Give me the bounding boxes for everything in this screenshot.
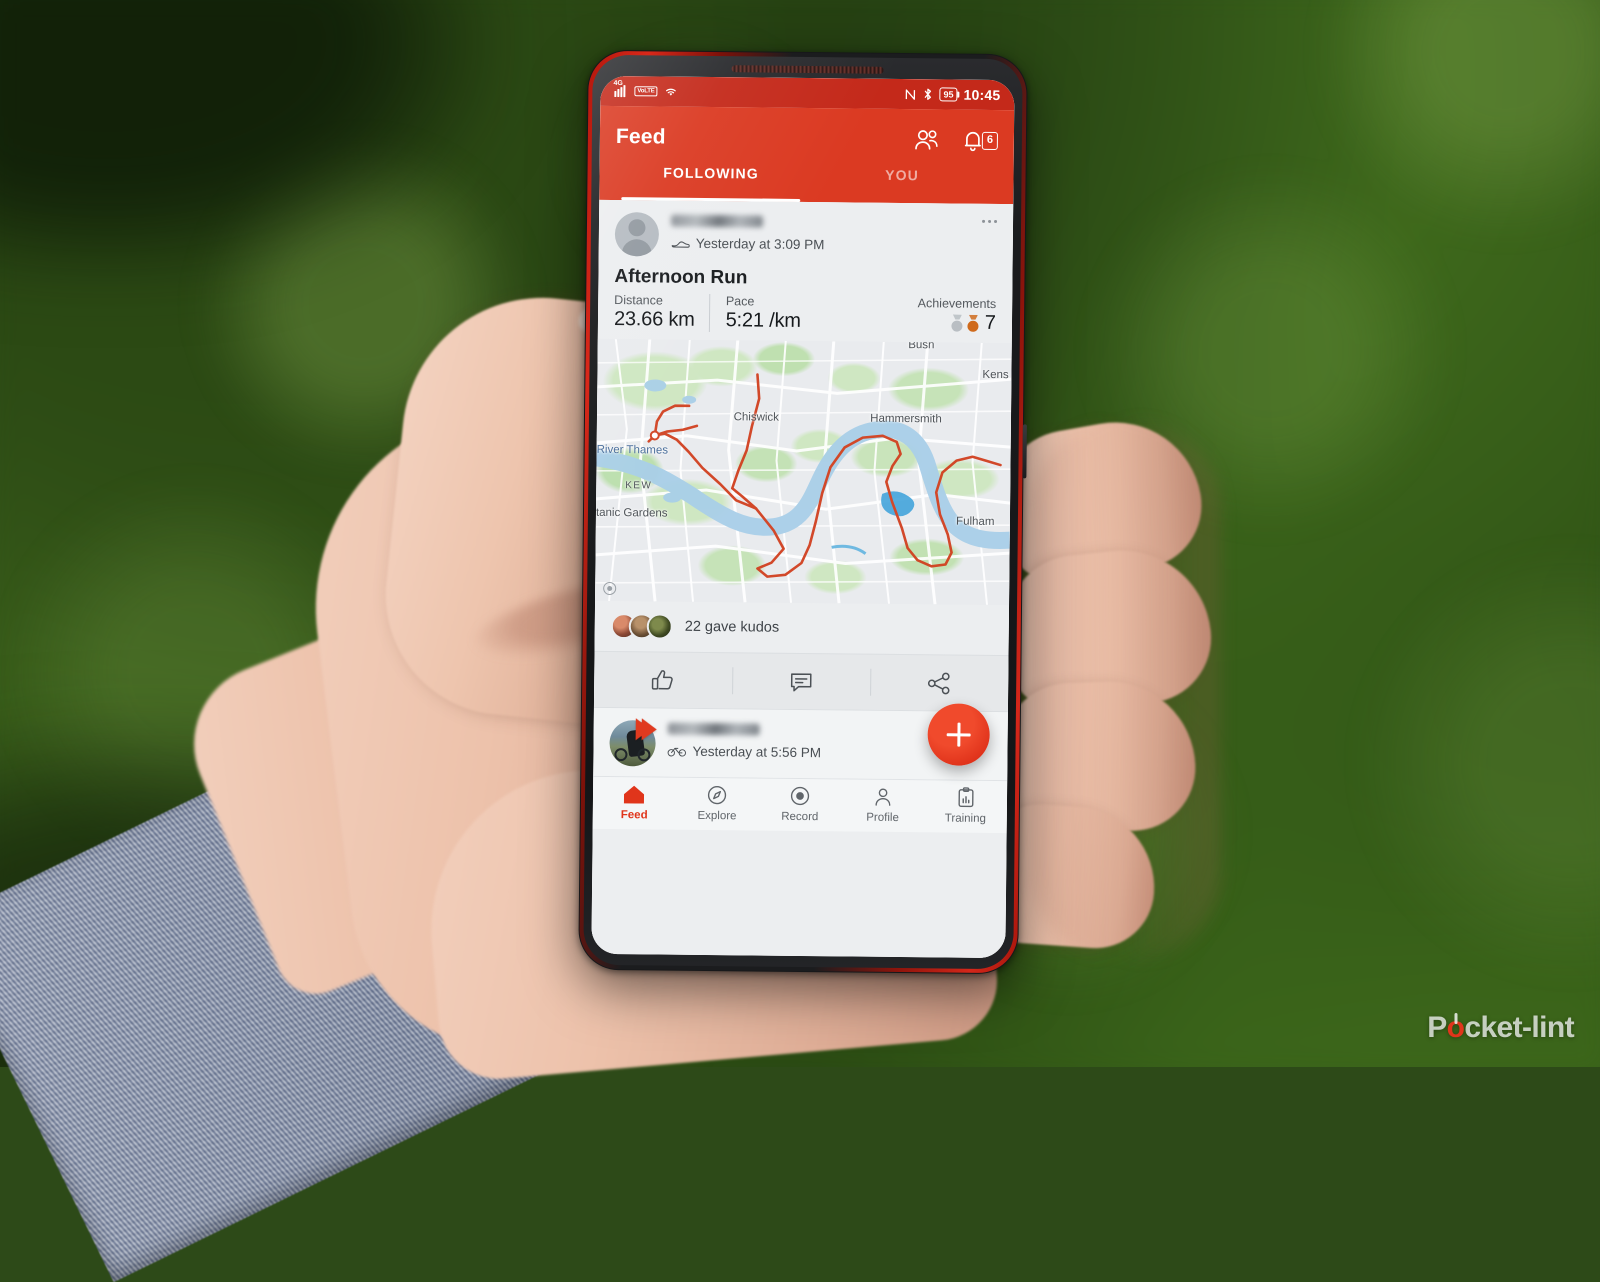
- comment-bubble-icon: [790, 672, 812, 691]
- stat-achievements: Achievements 7: [917, 296, 997, 335]
- cellular-signal-icon: 4G: [613, 80, 629, 98]
- find-friends-button[interactable]: [912, 125, 942, 155]
- map-roads: [595, 338, 1012, 606]
- share-button[interactable]: [870, 655, 1009, 711]
- activity-timestamp: Yesterday at 5:56 PM: [692, 743, 822, 761]
- bicycle-icon: [667, 747, 686, 757]
- running-shoe-icon: [671, 241, 690, 248]
- notification-badge: 6: [981, 131, 998, 151]
- tab-you[interactable]: YOU: [806, 160, 997, 204]
- activity-header: Yesterday at 3:09 PM: [599, 200, 1014, 264]
- map-label-botanic-gardens: tanic Gardens: [595, 506, 668, 520]
- activity-stats: Distance 23.66 km Pace 5:21 /km Achievem…: [598, 291, 1012, 343]
- kebab-menu-icon[interactable]: [982, 219, 998, 224]
- map-label-kew: KEW: [625, 480, 653, 492]
- nav-label-feed: Feed: [620, 809, 648, 822]
- activity-title[interactable]: Afternoon Run: [598, 260, 1012, 295]
- power-button[interactable]: [1022, 424, 1027, 479]
- share-icon: [927, 672, 950, 694]
- nav-label-training: Training: [944, 812, 986, 825]
- nav-label-profile: Profile: [866, 811, 899, 825]
- map-label-chiswick: Chiswick: [733, 411, 780, 424]
- feed-tabs: FOLLOWING YOU: [615, 158, 997, 204]
- kudos-row[interactable]: 22 gave kudos: [594, 600, 1010, 656]
- record-activity-fab[interactable]: [927, 703, 990, 766]
- tab-following[interactable]: FOLLOWING: [615, 158, 806, 202]
- kudos-button[interactable]: [594, 652, 733, 708]
- nav-item-record[interactable]: Record: [758, 785, 841, 824]
- nav-item-training[interactable]: Training: [924, 786, 1007, 825]
- map-attribution-icon[interactable]: [603, 581, 617, 596]
- bell-notification-icon: [964, 131, 981, 152]
- phone-screen: 4G VoLTE 95 10:45 Feed 6 FOLLOWING YOU Y…: [591, 75, 1015, 959]
- watermark-after: cket-lint: [1464, 1011, 1574, 1044]
- bronze-medal-icon: [967, 315, 980, 332]
- map-label-hammersmith: Hammersmith: [870, 412, 942, 426]
- record-dot-icon: [790, 786, 810, 806]
- nav-item-explore[interactable]: Explore: [676, 784, 759, 823]
- page-title: Feed: [615, 125, 666, 149]
- home-icon: [624, 785, 645, 804]
- map-label-river-thames: River Thames: [596, 443, 669, 457]
- network-type-label: 4G: [613, 79, 623, 88]
- activity-timestamp: Yesterday at 3:09 PM: [695, 235, 825, 253]
- compass-icon: [708, 785, 727, 805]
- watermark-before: P: [1427, 1011, 1447, 1044]
- stat-distance: Distance 23.66 km: [614, 293, 709, 332]
- bottom-navigation: Feed Explore Record Profile Training: [592, 775, 1008, 834]
- plus-icon: [945, 720, 973, 748]
- notifications-button[interactable]: 6: [962, 129, 998, 153]
- thumbs-up-icon: [651, 669, 673, 690]
- nfc-icon: [905, 88, 916, 100]
- group-people-icon: [915, 130, 938, 150]
- smartphone: 4G VoLTE 95 10:45 Feed 6 FOLLOWING YOU Y…: [578, 49, 1028, 975]
- next-activity-card[interactable]: Yesterday at 5:56 PM: [593, 703, 1008, 781]
- pocket-lint-watermark: Pocket-lint: [1427, 1011, 1574, 1045]
- stat-pace-label: Pace: [725, 294, 755, 309]
- status-bar: 4G VoLTE 95 10:45: [600, 75, 1015, 111]
- comment-button[interactable]: [732, 653, 871, 709]
- stat-pace: Pace 5:21 /km: [708, 294, 816, 334]
- stat-pace-value: 5:21 /km: [725, 309, 801, 332]
- watermark-accent: o: [1446, 1011, 1465, 1044]
- stat-distance-label: Distance: [614, 293, 663, 308]
- avatar[interactable]: [614, 212, 660, 257]
- volte-icon: VoLTE: [634, 86, 658, 97]
- activity-actions: [593, 650, 1009, 712]
- nav-label-explore: Explore: [697, 809, 737, 823]
- kudos-count-label: 22 gave kudos: [684, 618, 780, 636]
- nav-label-record: Record: [781, 810, 819, 824]
- person-icon: [875, 788, 891, 806]
- app-bar: Feed 6 FOLLOWING YOU: [599, 105, 1015, 205]
- achievements-count: 7: [984, 311, 997, 335]
- athlete-name-blurred[interactable]: [667, 722, 760, 736]
- activity-meta: Yesterday at 3:09 PM: [671, 236, 997, 254]
- clock: 10:45: [963, 86, 1001, 104]
- stat-distance-value: 23.66 km: [613, 308, 695, 331]
- bluetooth-icon: [924, 88, 932, 100]
- kudos-avatars[interactable]: [610, 612, 673, 640]
- chevron-badge-icon: [641, 718, 657, 741]
- finger-shading: [1030, 420, 1220, 960]
- nav-item-profile[interactable]: Profile: [841, 785, 924, 824]
- map-label-fulham: Fulham: [956, 515, 995, 528]
- athlete-name-blurred[interactable]: [670, 214, 764, 228]
- wifi-icon: [666, 88, 676, 96]
- feed-list[interactable]: Yesterday at 3:09 PM Afternoon Run Dista…: [591, 199, 1014, 959]
- clipboard-chart-icon: [958, 787, 974, 808]
- activity-map[interactable]: Chiswick Hammersmith Bush Kens Fulham Ri…: [595, 338, 1012, 606]
- battery-indicator: 95: [939, 87, 958, 102]
- bike-wheel: [637, 748, 651, 762]
- silver-medal-icon: [951, 315, 964, 332]
- strava-app: 4G VoLTE 95 10:45 Feed 6 FOLLOWING YOU Y…: [591, 75, 1015, 959]
- nav-item-feed[interactable]: Feed: [593, 783, 676, 822]
- bike-wheel: [614, 748, 628, 762]
- kudos-avatar: [646, 613, 673, 640]
- stat-achievements-label: Achievements: [917, 296, 997, 312]
- map-label-kensington: Kens: [982, 369, 1009, 382]
- activity-card[interactable]: Yesterday at 3:09 PM Afternoon Run Dista…: [593, 199, 1014, 712]
